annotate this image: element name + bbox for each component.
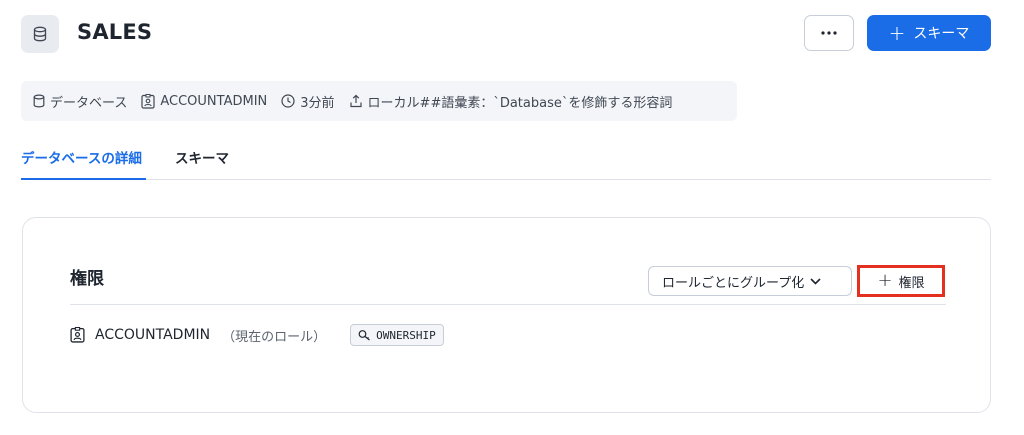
divider [70, 304, 946, 305]
current-role-note: （現在のロール） [222, 329, 327, 345]
meta-type: データベース [33, 92, 127, 111]
meta-owner: ACCOUNTADMIN [141, 93, 268, 109]
database-icon [33, 26, 47, 42]
group-by-role-select[interactable]: ロールごとにグループ化 [648, 266, 852, 296]
upload-icon [349, 94, 362, 108]
database-icon [33, 94, 45, 108]
meta-owner-label: ACCOUNTADMIN [160, 93, 268, 109]
meta-comment: ローカル##語彙素：`Database`を修飾する形容詞 [349, 92, 673, 111]
permissions-card: 権限 ロールごとにグループ化 + 権限 ACCOUNTADMIN （現在のロール… [22, 217, 991, 413]
database-icon-box [21, 15, 59, 53]
meta-created-label: 3分前 [300, 95, 335, 111]
key-icon [358, 330, 371, 341]
page-title: SALES [77, 20, 153, 44]
permission-row: ACCOUNTADMIN （現在のロール） OWNERSHIP [70, 322, 444, 348]
more-actions-button[interactable] [804, 15, 854, 51]
role-name: ACCOUNTADMIN [95, 327, 211, 343]
more-icon [821, 31, 837, 35]
tab-schemas[interactable]: スキーマ [175, 147, 229, 167]
permissions-title: 権限 [70, 269, 104, 289]
role-badge-icon [141, 93, 155, 109]
clock-icon [281, 94, 295, 108]
add-permission-button[interactable]: + 権限 [857, 265, 945, 297]
privilege-label: OWNERSHIP [376, 328, 436, 342]
meta-type-label: データベース [50, 95, 128, 111]
group-by-label: ロールごとにグループ化 [662, 275, 805, 291]
chevron-down-icon [810, 277, 821, 285]
metadata-bar: データベース ACCOUNTADMIN 3分前 ローカル##語彙素：`Datab… [21, 81, 737, 121]
create-schema-button[interactable]: + スキーマ [867, 15, 991, 51]
role-badge-icon [70, 327, 85, 343]
privilege-chip: OWNERSHIP [350, 324, 444, 346]
meta-comment-label: ローカル##語彙素：`Database`を修飾する形容詞 [367, 95, 673, 111]
tab-bar: データベースの詳細 スキーマ [21, 134, 991, 180]
tab-database-details[interactable]: データベースの詳細 [21, 147, 142, 167]
plus-icon: + [877, 270, 893, 291]
active-tab-indicator [21, 178, 146, 180]
add-permission-label: 権限 [898, 275, 925, 291]
meta-created: 3分前 [281, 92, 335, 111]
plus-icon: + [888, 21, 906, 45]
create-schema-label: スキーマ [913, 26, 970, 42]
